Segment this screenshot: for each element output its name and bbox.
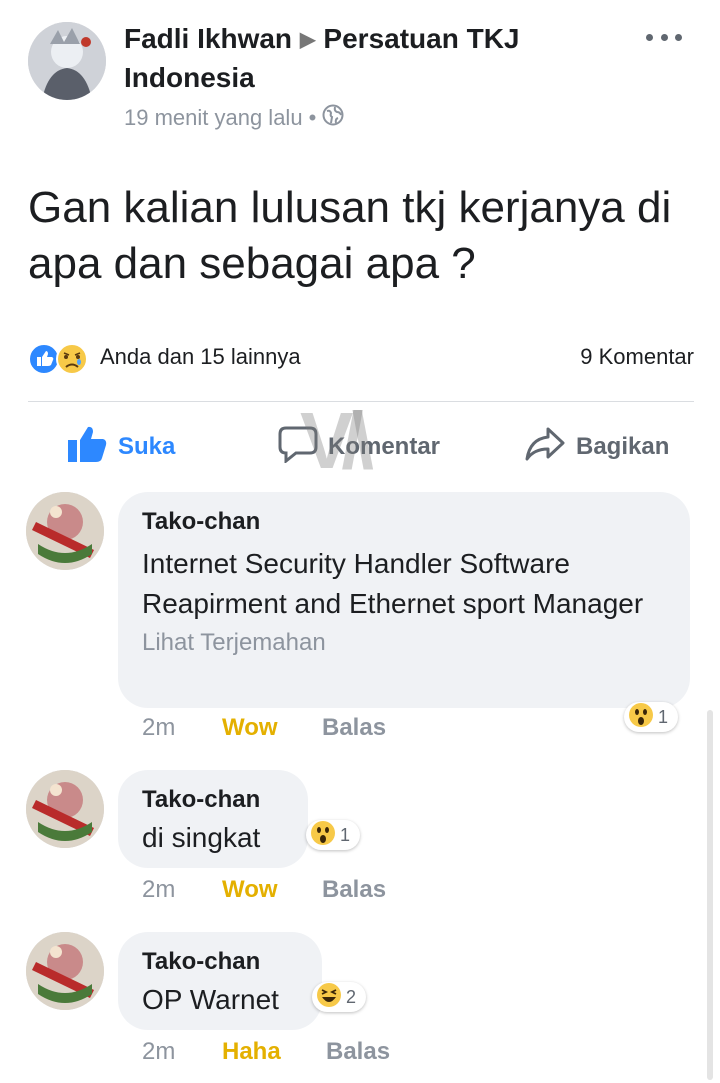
author-avatar[interactable]: [28, 22, 106, 100]
comment-bubble[interactable]: Tako-chan di singkat: [118, 770, 308, 868]
comment-button[interactable]: Komentar: [278, 424, 440, 470]
author-name[interactable]: Fadli Ikhwan: [124, 23, 292, 54]
comment-meta: 2m Wow Balas: [142, 714, 386, 742]
comment-bubble[interactable]: Tako-chan OP Warnet: [118, 932, 322, 1030]
reaction-count: 1: [658, 706, 669, 727]
commenter-name[interactable]: Tako-chan: [142, 784, 284, 816]
like-label: Suka: [118, 433, 176, 460]
comment-reaction-badge[interactable]: 2: [312, 982, 367, 1013]
comment-text: di singkat: [142, 822, 261, 853]
post-header-title: Fadli Ikhwan ▶ Persatuan TKJ Indonesia: [124, 20, 644, 97]
reaction-count: 2: [346, 986, 357, 1007]
globe-icon: [322, 104, 344, 132]
comment-reaction-badge[interactable]: 1: [624, 702, 679, 733]
more-options-button[interactable]: [644, 22, 684, 52]
share-button[interactable]: Bagikan: [524, 424, 669, 470]
meta-separator: •: [308, 105, 317, 130]
commenter-name[interactable]: Tako-chan: [142, 946, 298, 978]
reactions-summary-text[interactable]: Anda dan 15 lainnya: [100, 344, 301, 370]
share-label: Bagikan: [576, 433, 670, 460]
post-body-text: Gan kalian lulusan tkj kerjanya di apa d…: [28, 183, 672, 288]
wow-icon: [628, 702, 654, 733]
arrow-right-icon: ▶: [300, 29, 316, 51]
reaction-icons: [28, 342, 92, 376]
commenter-avatar[interactable]: [26, 932, 104, 1010]
thumbs-up-icon: [66, 424, 118, 471]
comment-bubble[interactable]: Tako-chan Internet Security Handler Soft…: [118, 492, 690, 708]
reply-link[interactable]: Balas: [322, 714, 386, 742]
reactions-summary-row[interactable]: Anda dan 15 lainnya 9 Komentar: [28, 340, 694, 378]
commenter-avatar[interactable]: [26, 492, 104, 570]
comment-label: Komentar: [328, 433, 441, 460]
commenter-avatar[interactable]: [26, 770, 104, 848]
comment-time: 2m: [142, 876, 176, 903]
comment-reaction-label[interactable]: Haha: [222, 1038, 322, 1066]
comment-count-link[interactable]: 9 Komentar: [580, 344, 694, 370]
reply-link[interactable]: Balas: [326, 1038, 390, 1066]
comment-reaction-label[interactable]: Wow: [222, 876, 322, 904]
wow-icon: [310, 820, 336, 851]
haha-icon: [316, 982, 342, 1013]
comment-reaction-badge[interactable]: 1: [306, 820, 361, 851]
see-translation-link[interactable]: Lihat Terjemahan: [142, 626, 666, 660]
comment-time: 2m: [142, 714, 176, 741]
comment-meta: 2m Wow Balas: [142, 876, 386, 904]
like-icon: [28, 343, 60, 375]
reply-link[interactable]: Balas: [322, 876, 386, 904]
reaction-count: 1: [340, 824, 351, 845]
scrollbar[interactable]: [707, 710, 713, 1080]
post-meta: 19 menit yang lalu •: [124, 104, 344, 132]
post-time[interactable]: 19 menit yang lalu: [124, 105, 303, 131]
divider: [28, 401, 694, 402]
comment-meta: 2m Haha Balas: [142, 1038, 390, 1066]
speech-bubble-icon: [278, 425, 328, 470]
comment-text: Internet Security Handler Software Reapi…: [142, 548, 644, 619]
commenter-name[interactable]: Tako-chan: [142, 506, 666, 538]
comment-time: 2m: [142, 1038, 176, 1065]
comment-reaction-label[interactable]: Wow: [222, 714, 322, 742]
sad-icon: [56, 343, 88, 375]
comment-text: OP Warnet: [142, 984, 279, 1015]
like-button[interactable]: Suka: [66, 424, 175, 470]
share-arrow-icon: [524, 425, 576, 470]
